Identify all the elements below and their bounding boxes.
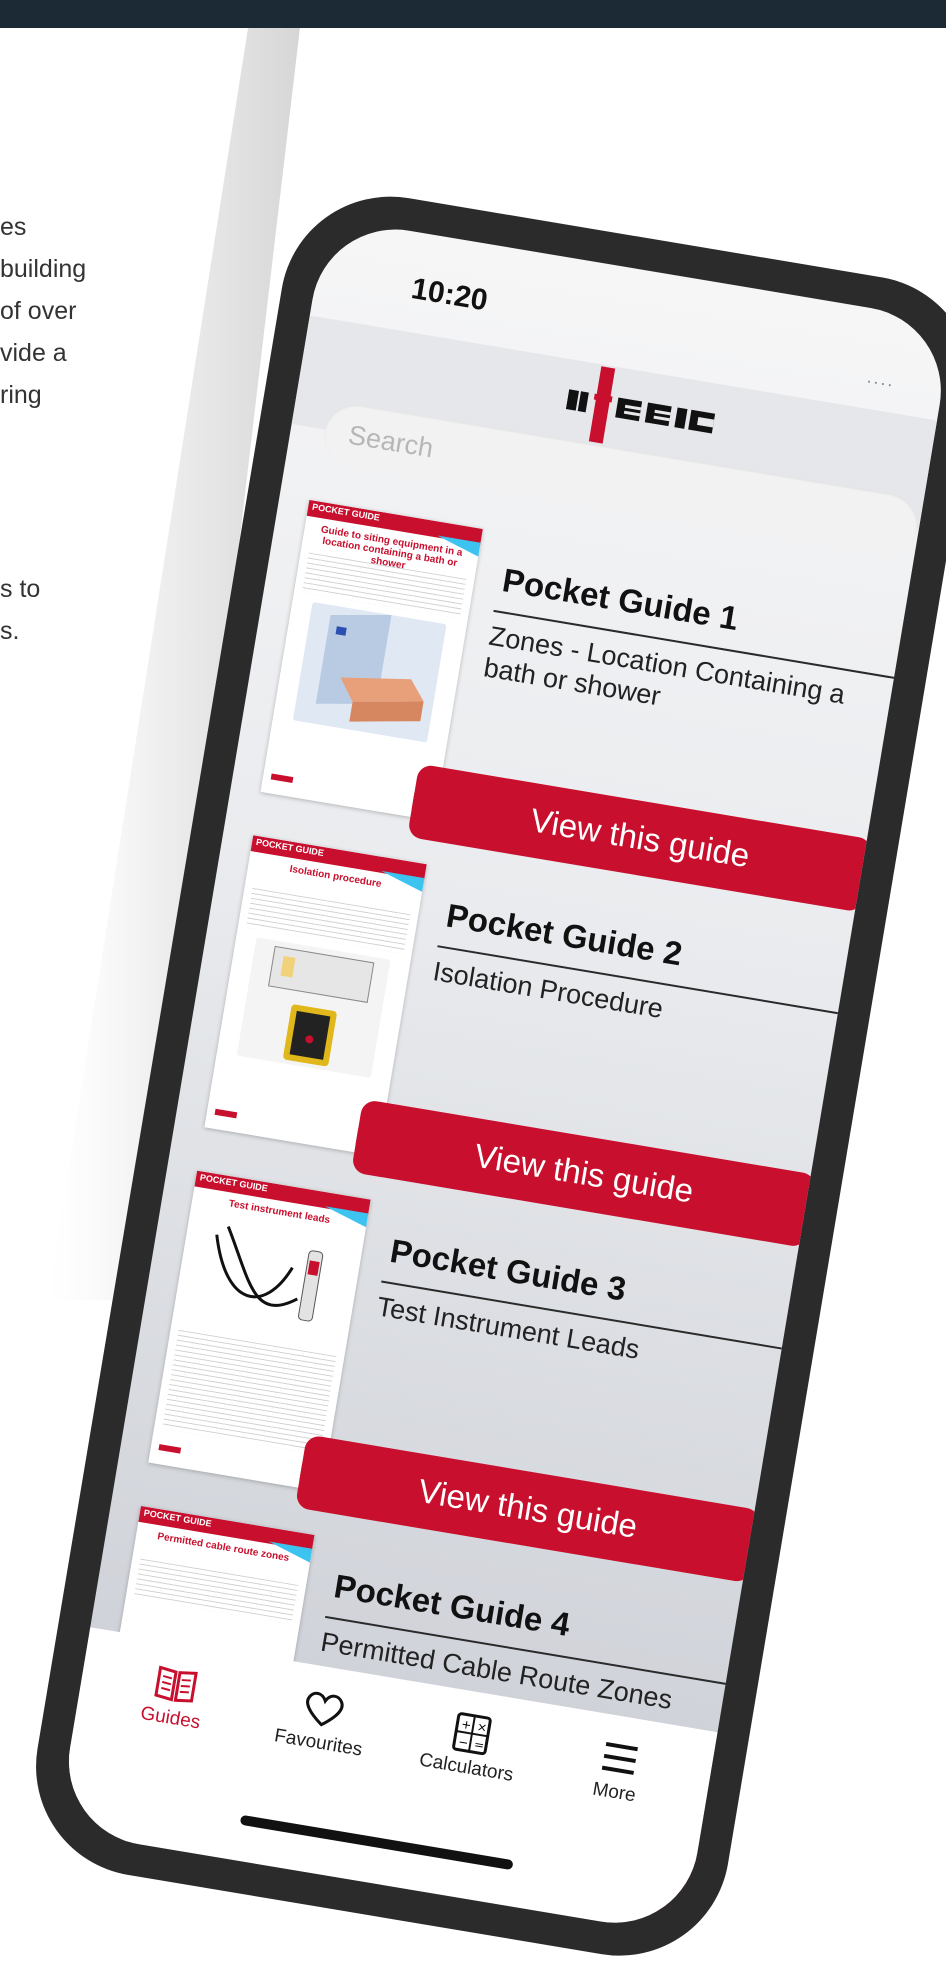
svg-text:+: + [460,1717,472,1732]
heart-icon [306,1691,344,1727]
signal-icon: .... [865,366,897,391]
menu-icon [601,1741,638,1775]
tab-favourites[interactable]: Favourites [247,1678,396,1766]
calculator-icon: + × − = [452,1712,492,1756]
isolation-illustration [236,937,391,1078]
search-placeholder: Search [346,419,436,464]
test-leads-illustration [192,1213,345,1345]
status-time: 10:20 [408,272,491,318]
svg-text:×: × [476,1720,488,1735]
book-icon [154,1665,198,1703]
tab-more[interactable]: More [543,1727,692,1815]
guide-subtitle: Zones - Location Containing a bath or sh… [481,609,899,751]
bathroom-illustration [292,601,447,743]
svg-text:=: = [473,1737,485,1752]
tab-calculators[interactable]: + × − = Calculators [395,1702,544,1790]
tab-guides[interactable]: Guides [99,1653,248,1741]
svg-text:−: − [457,1735,469,1750]
